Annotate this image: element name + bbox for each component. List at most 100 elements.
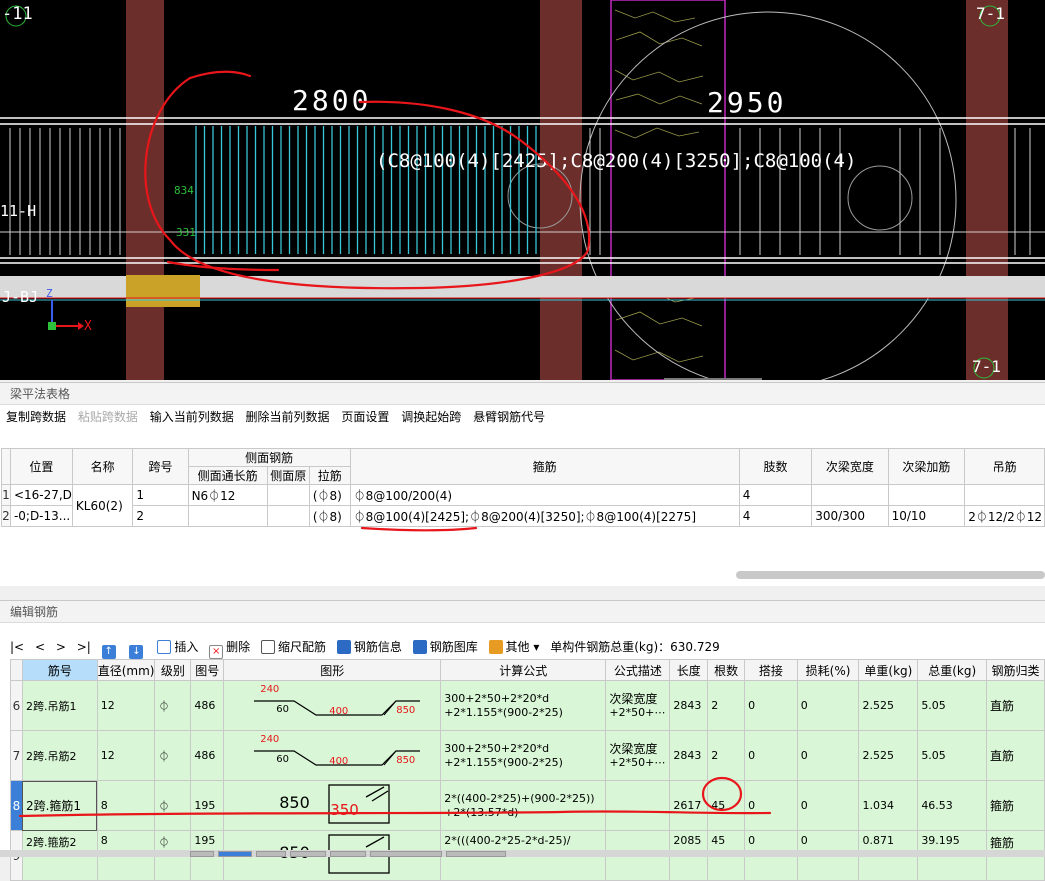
cell-side-orig[interactable]	[266, 505, 310, 527]
cell-lap[interactable]: 0	[744, 780, 798, 831]
cell-position[interactable]: <16-27,D	[9, 484, 73, 506]
cell-stirrup[interactable]: ⏀8@100/200(4)	[349, 484, 740, 506]
cell-grade[interactable]: ⏀	[154, 680, 192, 731]
col-header-formula-desc[interactable]: 公式描述	[605, 659, 671, 681]
col-header-name[interactable]: 名称	[71, 448, 134, 485]
cell-sec-width[interactable]	[811, 484, 889, 506]
cell-diameter[interactable]: 12	[96, 680, 156, 731]
cell-unit-weight[interactable]: 1.034	[858, 780, 919, 831]
col-header-loss[interactable]: 损耗(%)	[796, 659, 860, 681]
cell-hanger[interactable]	[964, 484, 1045, 506]
table-row[interactable]: 2 -0;D-13... 2 (⏀8) ⏀8@100(4)[2425];⏀8@2…	[1, 505, 1045, 527]
col-header-hanger[interactable]: 吊筋	[964, 448, 1045, 485]
delete-column-button[interactable]: 删除当前列数据	[246, 410, 330, 424]
cell-bar-no[interactable]: 2跨.吊筋1	[21, 680, 98, 731]
cell-stirrup[interactable]: ⏀8@100(4)[2425];⏀8@200(4)[3250];⏀8@100(4…	[349, 505, 740, 527]
nav-first-button[interactable]: |<	[10, 636, 24, 658]
col-header-grade[interactable]: 级别	[154, 659, 192, 681]
col-header-bar-no[interactable]: 筋号	[21, 659, 98, 681]
col-header-count[interactable]: 根数	[707, 659, 746, 681]
move-up-button[interactable]: ↑	[101, 636, 119, 659]
table-row[interactable]: 6 2跨.吊筋1 12 ⏀ 486 240 60 400 850 300+2*5…	[10, 680, 1045, 731]
cell-unit-weight[interactable]: 2.525	[858, 730, 919, 781]
col-header-legs[interactable]: 肢数	[738, 448, 813, 485]
cell-total-weight[interactable]: 46.53	[917, 780, 988, 831]
cell-tie[interactable]: (⏀8)	[308, 484, 351, 506]
cell-formula[interactable]: 2*((400-2*25)+(900-2*25)) +2*(13.57*d)	[440, 780, 607, 831]
cell-total-weight[interactable]: 5.05	[917, 730, 988, 781]
cell-category[interactable]: 箍筋	[986, 780, 1045, 831]
cell-count[interactable]: 2	[707, 730, 746, 781]
col-header-formula[interactable]: 计算公式	[440, 659, 607, 681]
col-header-side-orig[interactable]: 侧面原	[266, 466, 310, 485]
col-header-side-long[interactable]: 侧面通长筋	[187, 466, 268, 485]
horizontal-scrollbar[interactable]	[736, 571, 1045, 579]
cell-tie[interactable]: (⏀8)	[308, 505, 351, 527]
copy-span-button[interactable]: 复制跨数据	[6, 410, 66, 424]
rebar-info-button[interactable]: 钢筋信息	[336, 636, 402, 658]
cell-shape[interactable]: 240 60 400 850	[223, 680, 442, 731]
nav-last-button[interactable]: >|	[77, 636, 91, 658]
col-header-sec-width[interactable]: 次梁宽度	[811, 448, 889, 485]
cell-fig-no[interactable]: 195	[190, 780, 225, 831]
cell-loss[interactable]: 0	[796, 780, 860, 831]
cantilever-code-button[interactable]: 悬臂钢筋代号	[473, 410, 545, 424]
cell-span[interactable]: 1	[132, 484, 189, 506]
cell-side-long[interactable]: N6⏀12	[187, 484, 268, 506]
cell-category[interactable]: 直筋	[986, 730, 1045, 781]
cell-shape[interactable]: 850 350	[223, 780, 442, 831]
cell-span[interactable]: 2	[132, 505, 189, 527]
col-header-tie[interactable]: 拉筋	[308, 466, 351, 485]
col-header-side-group[interactable]: 侧面钢筋	[187, 448, 351, 467]
swap-start-span-button[interactable]: 调换起始跨	[401, 410, 461, 424]
cell-grade[interactable]: ⏀	[154, 730, 192, 781]
col-header-total-weight[interactable]: 总重(kg)	[917, 659, 988, 681]
cell-lap[interactable]: 0	[744, 680, 798, 731]
col-header-unit-weight[interactable]: 单重(kg)	[858, 659, 919, 681]
col-header-span[interactable]: 跨号	[132, 448, 189, 485]
cell-name[interactable]: KL60(2)	[71, 484, 134, 527]
cell-shape[interactable]: 240 60 400 850	[223, 730, 442, 781]
cell-fig-no[interactable]: 486	[190, 680, 225, 731]
col-header-position[interactable]: 位置	[9, 448, 73, 485]
cell-length[interactable]: 2617	[669, 780, 709, 831]
cell-sec-width[interactable]: 300/300	[811, 505, 889, 527]
cell-loss[interactable]: 0	[796, 680, 860, 731]
cell-legs[interactable]: 4	[738, 484, 813, 506]
cell-hanger[interactable]: 2⏀12/2⏀12	[964, 505, 1045, 527]
cell-bar-no[interactable]: 2跨.箍筋1	[21, 780, 98, 831]
cell-formula-desc[interactable]: 次梁宽度 +2*50+⋯	[605, 730, 671, 781]
col-header-lap[interactable]: 搭接	[744, 659, 798, 681]
delete-button[interactable]: × 删除	[209, 636, 250, 659]
rebar-library-button[interactable]: 钢筋图库	[412, 636, 478, 658]
nav-next-button[interactable]: >	[56, 636, 66, 658]
cell-count[interactable]: 45	[707, 780, 746, 831]
cell-diameter[interactable]: 12	[96, 730, 156, 781]
scale-rebar-button[interactable]: 缩尺配筋	[261, 636, 326, 658]
table-row[interactable]: 1 <16-27,D KL60(2) 1 N6⏀12 (⏀8) ⏀8@100/2…	[1, 484, 1045, 527]
table-row-selected[interactable]: 8 2跨.箍筋1 8 ⏀ 195 850 350 2*((400-2*25)+(…	[10, 780, 1045, 831]
col-header-fig-no[interactable]: 图号	[190, 659, 225, 681]
cell-bar-no[interactable]: 2跨.吊筋2	[21, 730, 98, 781]
col-header-length[interactable]: 长度	[669, 659, 709, 681]
nav-prev-button[interactable]: <	[35, 636, 45, 658]
cell-lap[interactable]: 0	[744, 730, 798, 781]
cell-unit-weight[interactable]: 2.525	[858, 680, 919, 731]
col-header-category[interactable]: 钢筋归类	[986, 659, 1045, 681]
move-down-button[interactable]: ↓	[129, 636, 146, 659]
cell-diameter[interactable]: 8	[96, 780, 156, 831]
input-column-button[interactable]: 输入当前列数据	[150, 410, 234, 424]
cell-length[interactable]: 2843	[669, 680, 709, 731]
cell-count[interactable]: 2	[707, 680, 746, 731]
cell-grade[interactable]: ⏀	[154, 780, 192, 831]
other-menu-button[interactable]: 其他 ▾	[488, 636, 539, 658]
cell-formula-desc[interactable]	[605, 780, 671, 831]
cell-formula[interactable]: 300+2*50+2*20*d +2*1.155*(900-2*25)	[440, 730, 607, 781]
cell-sec-add[interactable]: 10/10	[887, 505, 966, 527]
cell-side-long[interactable]	[187, 505, 268, 527]
cell-side-orig[interactable]	[266, 484, 310, 506]
table-row[interactable]: 7 2跨.吊筋2 12 ⏀ 486 240 60 400 850 300+2*5…	[10, 730, 1045, 781]
col-header-sec-add[interactable]: 次梁加筋	[887, 448, 966, 485]
col-header-diameter[interactable]: 直径(mm)	[96, 659, 156, 681]
cell-length[interactable]: 2843	[669, 730, 709, 781]
